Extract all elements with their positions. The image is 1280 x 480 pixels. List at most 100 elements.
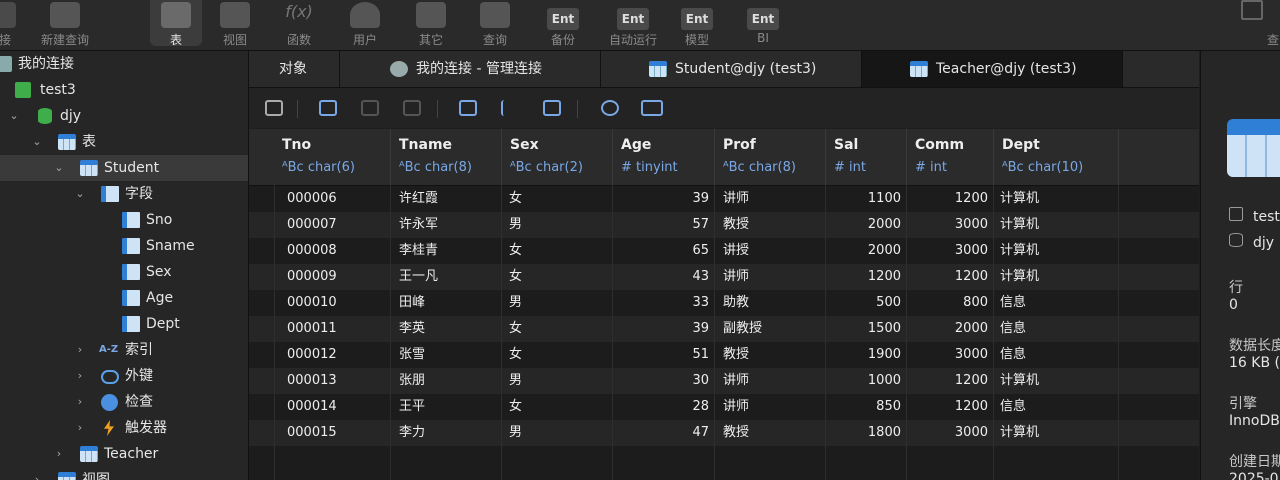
cell-comm[interactable]: 3000 — [914, 420, 988, 446]
toolbar-connection-button[interactable]: 接 — [0, 0, 20, 50]
cell-prof[interactable]: 助教 — [723, 290, 823, 316]
tree-item-foreign-keys[interactable]: › 外键 — [0, 363, 248, 389]
chevron-down-icon[interactable]: ⌄ — [52, 155, 66, 181]
cell-tname[interactable]: 张朋 — [399, 368, 499, 394]
column-header-sal[interactable]: Sal # int — [826, 129, 907, 185]
cell-tno[interactable]: 000008 — [287, 238, 387, 264]
column-header-prof[interactable]: Prof ᴬBc char(8) — [715, 129, 826, 185]
table-row[interactable]: 000012 张雪女 51 教授 1900 3000 信息 — [249, 342, 1199, 368]
cell-tno[interactable]: 000011 — [287, 316, 387, 342]
cell-tname[interactable]: 许红霞 — [399, 186, 499, 212]
cell-dept[interactable]: 信息 — [1000, 316, 1110, 342]
tree-item-teacher[interactable]: › Teacher — [0, 441, 248, 467]
table-row[interactable]: 000013 张朋男 30 讲师 1000 1200 计算机 — [249, 368, 1199, 394]
tree-item-field-dept[interactable]: Dept — [0, 311, 248, 337]
cell-age[interactable]: 30 — [619, 368, 709, 394]
cell-prof[interactable]: 教授 — [723, 420, 823, 446]
chevron-right-icon[interactable]: › — [73, 337, 87, 363]
column-header-tno[interactable]: Tno ᴬBc char(6) — [274, 129, 391, 185]
cell-tname[interactable]: 王一凡 — [399, 264, 499, 290]
cell-sex[interactable]: 男 — [509, 368, 609, 394]
toolbar-view-button[interactable]: 视图 — [212, 0, 258, 50]
cell-dept[interactable]: 计算机 — [1000, 186, 1110, 212]
cell-age[interactable]: 51 — [619, 342, 709, 368]
cell-comm[interactable]: 800 — [914, 290, 988, 316]
column-header-tname[interactable]: Tname ᴬBc char(8) — [391, 129, 502, 185]
export-icon[interactable] — [319, 100, 337, 116]
table-row[interactable]: 000009 王一凡女 43 讲师 1200 1200 计算机 — [249, 264, 1199, 290]
cell-tname[interactable]: 王平 — [399, 394, 499, 420]
cell-tno[interactable]: 000006 — [287, 186, 387, 212]
cell-prof[interactable]: 讲授 — [723, 238, 823, 264]
table-row[interactable]: 000014 王平女 28 讲师 850 1200 信息 — [249, 394, 1199, 420]
cell-age[interactable]: 57 — [619, 212, 709, 238]
cell-tname[interactable]: 许永军 — [399, 212, 499, 238]
edit-icon[interactable] — [459, 100, 477, 116]
toolbar-model-button[interactable]: Ent 模型 — [674, 0, 720, 50]
chevron-right-icon[interactable]: › — [30, 467, 44, 480]
cell-sex[interactable]: 女 — [509, 238, 609, 264]
begin-transaction-icon[interactable] — [265, 100, 283, 116]
chevron-right-icon[interactable]: › — [52, 441, 66, 467]
tab-teacher[interactable]: Teacher@djy (test3) — [862, 51, 1123, 87]
toolbar-table-button[interactable]: 表 — [150, 0, 202, 47]
cell-dept[interactable]: 计算机 — [1000, 264, 1110, 290]
cell-sex[interactable]: 女 — [509, 316, 609, 342]
cell-tno[interactable]: 000012 — [287, 342, 387, 368]
user-icon[interactable] — [601, 100, 619, 116]
cell-sex[interactable]: 男 — [509, 420, 609, 446]
chevron-right-icon[interactable]: › — [73, 415, 87, 441]
chevron-down-icon[interactable]: ⌄ — [73, 181, 87, 207]
cell-comm[interactable]: 1200 — [914, 186, 988, 212]
cell-comm[interactable]: 1200 — [914, 264, 988, 290]
column-header-age[interactable]: Age # tinyint — [613, 129, 715, 185]
tree-item-field-sex[interactable]: Sex — [0, 259, 248, 285]
cell-tno[interactable]: 000010 — [287, 290, 387, 316]
tree-item-field-sname[interactable]: Sname — [0, 233, 248, 259]
cell-sal[interactable]: 2000 — [834, 212, 901, 238]
cell-tname[interactable]: 李力 — [399, 420, 499, 446]
table-row[interactable]: 000006 许红霞女 39 讲师 1100 1200 计算机 — [249, 186, 1199, 212]
toolbar-bi-button[interactable]: Ent BI — [740, 0, 786, 50]
cell-sex[interactable]: 女 — [509, 342, 609, 368]
cell-prof[interactable]: 教授 — [723, 212, 823, 238]
cell-sal[interactable]: 1000 — [834, 368, 901, 394]
cell-sal[interactable]: 1100 — [834, 186, 901, 212]
cell-age[interactable]: 65 — [619, 238, 709, 264]
cell-sex[interactable]: 女 — [509, 186, 609, 212]
chevron-down-icon[interactable]: ⌄ — [30, 129, 44, 155]
toolbar-search-button[interactable]: 查 — [1258, 0, 1280, 50]
cell-age[interactable]: 39 — [619, 186, 709, 212]
tree-item-checks[interactable]: › 检查 — [0, 389, 248, 415]
table-row[interactable]: 000015 李力男 47 教授 1800 3000 计算机 — [249, 420, 1199, 446]
tree-item-tables[interactable]: ⌄ 表 — [0, 129, 248, 155]
refresh-icon[interactable] — [403, 100, 421, 116]
tree-item-my-connections[interactable]: 我的连接 — [0, 51, 248, 77]
grid-view-icon[interactable] — [543, 100, 561, 116]
cell-sal[interactable]: 850 — [834, 394, 901, 420]
toolbar-other-button[interactable]: 其它 — [408, 0, 454, 50]
toolbar-backup-button[interactable]: Ent 备份 — [540, 0, 586, 50]
toolbar-automation-button[interactable]: Ent 自动运行 — [598, 0, 668, 50]
cell-dept[interactable]: 计算机 — [1000, 238, 1110, 264]
column-header-sex[interactable]: Sex ᴬBc char(2) — [502, 129, 613, 185]
table-row[interactable]: 000011 李英女 39 副教授 1500 2000 信息 — [249, 316, 1199, 342]
cell-prof[interactable]: 讲师 — [723, 368, 823, 394]
cell-sex[interactable]: 女 — [509, 394, 609, 420]
table-row[interactable]: 000008 李桂青女 65 讲授 2000 3000 计算机 — [249, 238, 1199, 264]
chevron-right-icon[interactable]: › — [73, 389, 87, 415]
tree-item-fields[interactable]: ⌄ 字段 — [0, 181, 248, 207]
toolbar-function-button[interactable]: f(x) 函数 — [276, 0, 322, 50]
cell-comm[interactable]: 1200 — [914, 394, 988, 420]
tree-item-triggers[interactable]: › 触发器 — [0, 415, 248, 441]
cell-sex[interactable]: 女 — [509, 264, 609, 290]
cell-sal[interactable]: 1200 — [834, 264, 901, 290]
cell-prof[interactable]: 副教授 — [723, 316, 823, 342]
column-header-comm[interactable]: Comm # int — [907, 129, 994, 185]
tab-student[interactable]: Student@djy (test3) — [601, 51, 862, 87]
chevron-down-icon[interactable]: ⌄ — [7, 103, 21, 129]
cell-prof[interactable]: 讲师 — [723, 264, 823, 290]
cell-comm[interactable]: 3000 — [914, 212, 988, 238]
cell-prof[interactable]: 讲师 — [723, 394, 823, 420]
cell-tno[interactable]: 000009 — [287, 264, 387, 290]
